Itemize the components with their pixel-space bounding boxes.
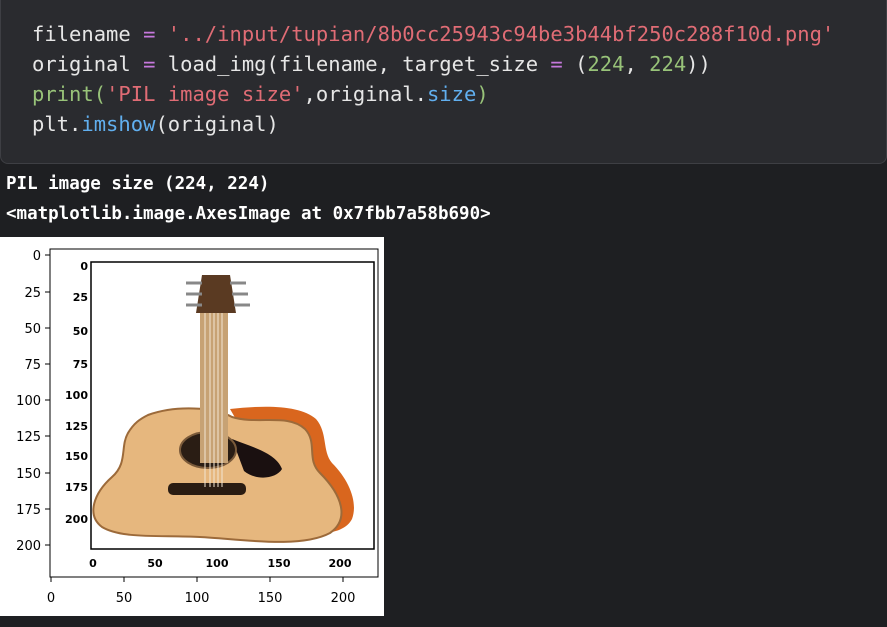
outer-xtick-label: 50 [116,591,133,606]
outer-xtick-label: 100 [185,591,210,606]
inner-ytick-label: 200 [65,513,88,526]
inner-ytick-label: 0 [80,260,88,273]
outer-ytick-label: 100 [16,394,41,409]
outer-ytick-label: 125 [16,430,41,445]
output-line-1: PIL image size (224, 224) [6,174,270,194]
inner-ytick-label: 175 [65,481,88,494]
inner-xtick-label: 150 [268,557,291,570]
code-line-2: original = load_img(filename, target_siz… [32,52,711,76]
inner-xtick-label: 50 [147,557,163,570]
outer-ytick-label: 200 [16,539,41,554]
outer-y-axis: 0 25 50 75 100 125 150 175 200 [16,249,50,554]
matplotlib-figure: 0 25 50 75 100 125 150 175 200 0 50 100 … [0,237,384,616]
code-cell[interactable]: filename = '../input/tupian/8b0cc25943c9… [0,0,887,164]
figure-canvas: 0 25 50 75 100 125 150 175 200 0 50 100 … [16,248,379,606]
outer-ytick-label: 0 [33,249,41,264]
inner-ytick-label: 150 [65,450,88,463]
inner-ytick-label: 75 [73,358,88,371]
outer-ytick-label: 150 [16,467,41,482]
code-line-4: plt.imshow(original) [32,112,279,136]
outer-xtick-label: 0 [47,591,55,606]
outer-ytick-label: 50 [24,322,41,337]
inner-xtick-label: 200 [329,557,352,570]
inner-xtick-label: 0 [89,557,97,570]
outer-ytick-label: 75 [24,358,41,373]
outer-ytick-label: 175 [16,503,41,518]
code-line-1: filename = '../input/tupian/8b0cc25943c9… [32,22,835,46]
inner-ytick-label: 25 [73,291,88,304]
inner-xtick-label: 100 [206,557,229,570]
code-line-3: print('PIL image size',original.size) [32,82,489,106]
inner-ytick-label: 50 [73,325,89,338]
outer-xtick-label: 150 [258,591,283,606]
outer-ytick-label: 25 [24,286,41,301]
inner-ytick-label: 100 [65,389,88,402]
inner-ytick-label: 125 [65,420,88,433]
outer-xtick-label: 200 [331,591,356,606]
output-line-2: <matplotlib.image.AxesImage at 0x7fbb7a5… [6,204,491,224]
outer-x-axis: 0 50 100 150 200 [47,577,356,606]
